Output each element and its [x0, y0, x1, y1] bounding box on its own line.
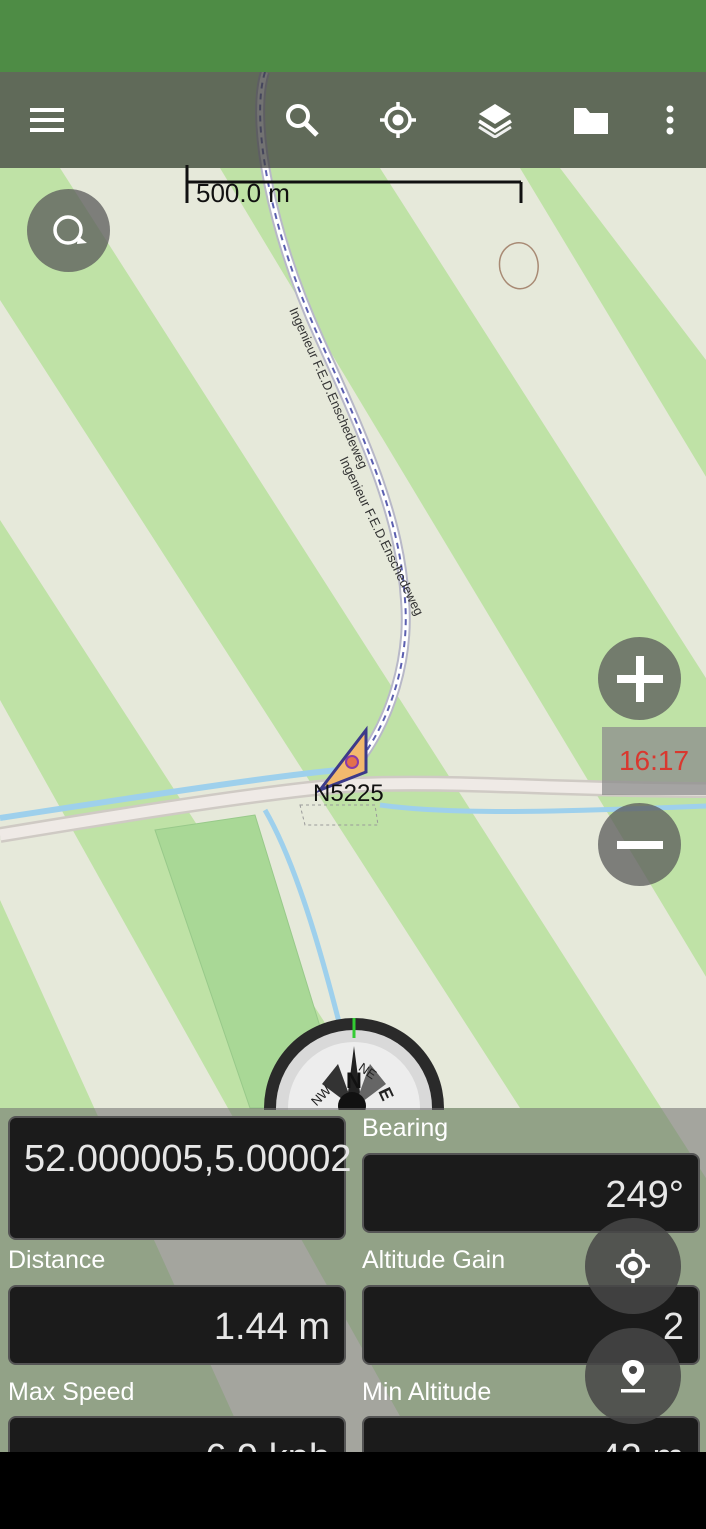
distance-widget[interactable]: 1.44 m — [8, 1285, 346, 1365]
bearing-label: Bearing — [362, 1114, 449, 1142]
zoom-in-button[interactable] — [598, 637, 681, 720]
poi-label: N5225 — [313, 780, 384, 807]
search-icon — [286, 104, 319, 137]
folder-button[interactable] — [561, 90, 621, 150]
search-button[interactable] — [272, 90, 332, 150]
min-altitude-label: Min Altitude — [362, 1378, 492, 1406]
altitude-gain-label: Altitude Gain — [362, 1246, 506, 1274]
overflow-menu-button[interactable] — [640, 90, 700, 150]
compass-reset-icon — [52, 214, 87, 245]
compass-widget[interactable]: N NE NW E — [262, 1016, 446, 1110]
center-location-button[interactable] — [585, 1218, 681, 1314]
map-orientation-button[interactable] — [27, 189, 110, 272]
position-dot — [345, 755, 359, 769]
layers-icon — [478, 104, 512, 138]
menu-button[interactable] — [18, 90, 78, 150]
map-pin-icon — [621, 1360, 645, 1393]
distance-label: Distance — [8, 1246, 106, 1274]
top-toolbar — [0, 72, 706, 168]
folder-icon — [574, 108, 608, 134]
max-speed-label: Max Speed — [8, 1378, 135, 1406]
coordinates-widget[interactable]: 52.000005,5.00002 — [8, 1116, 352, 1240]
status-bar — [0, 0, 706, 72]
my-location-icon — [380, 102, 416, 138]
clock-widget: 16:17 — [602, 727, 706, 795]
scale-label: 500.0 m — [196, 178, 290, 208]
zoom-out-button[interactable] — [598, 803, 681, 886]
minus-icon — [616, 840, 663, 849]
my-location-button[interactable] — [368, 90, 428, 150]
system-nav-bar — [0, 1452, 706, 1529]
menu-icon — [30, 108, 64, 132]
add-waypoint-button[interactable] — [585, 1328, 681, 1424]
layers-button[interactable] — [465, 90, 525, 150]
my-location-icon — [616, 1249, 650, 1283]
more-vert-icon — [666, 105, 674, 135]
plus-icon — [616, 655, 663, 702]
